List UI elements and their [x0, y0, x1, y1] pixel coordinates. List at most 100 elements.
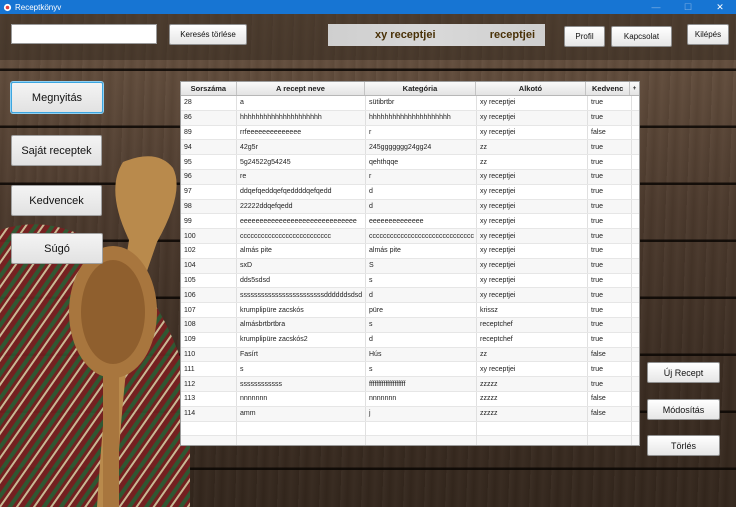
empty-cell	[181, 436, 237, 445]
table-row[interactable]: 102 almás pite almás pite xy receptjei true	[181, 243, 639, 259]
help-button[interactable]: Súgó	[11, 233, 103, 264]
cell-favorite: false	[588, 391, 632, 406]
recipe-table[interactable]: Sorszáma A recept neve Kategória Alkotó …	[180, 81, 640, 446]
cell-name: amm	[237, 406, 366, 421]
cell-category: r	[366, 125, 477, 140]
cell-category: eeeeeeeeeeeeee	[366, 214, 477, 229]
close-icon[interactable]: ✕	[704, 0, 736, 14]
table-row[interactable]: 99 eeeeeeeeeeeeeeeeeeeeeeeeeeeeee eeeeeeee…	[181, 214, 639, 230]
column-menu-icon[interactable]: +	[630, 82, 639, 95]
delete-button[interactable]: Törlés	[647, 435, 720, 456]
cell-favorite: true	[588, 273, 632, 288]
table-row[interactable]: 112 ssssssssssss ffffffffffffffffffff zzzzz…	[181, 377, 639, 392]
column-header-favorite[interactable]: Kedvenc	[586, 82, 631, 95]
cell-id: 108	[181, 317, 237, 332]
column-header-name[interactable]: A recept neve	[237, 82, 366, 95]
cell-name: rrfeeeeeeeeeeeeee	[237, 125, 366, 140]
cell-author: xy receptjei	[477, 110, 588, 125]
table-row[interactable]: 94 42g5r 245ggggggg24gg24 zz true	[181, 140, 639, 156]
cell-favorite: true	[588, 229, 632, 243]
cell-id: 111	[181, 362, 237, 377]
cell-id: 97	[181, 184, 237, 199]
cell-author: xy receptjei	[477, 273, 588, 288]
own-recipes-button[interactable]: Saját receptek	[11, 135, 102, 166]
cell-category: 245ggggggg24gg24	[366, 140, 477, 155]
table-row[interactable]: 89 rrfeeeeeeeeeeeeee r xy receptjei false	[181, 125, 639, 141]
empty-cell	[588, 436, 632, 445]
cell-favorite: false	[588, 347, 632, 362]
contact-button[interactable]: Kapcsolat	[611, 26, 672, 47]
cell-id: 106	[181, 288, 237, 303]
cell-author: zz	[477, 140, 588, 155]
column-header-category[interactable]: Kategória	[365, 82, 476, 95]
cell-author: xy receptjei	[477, 229, 588, 243]
table-row[interactable]: 86 hhhhhhhhhhhhhhhhhhhhh hhhhhhhhhhhhhhhhh…	[181, 110, 639, 126]
cell-name: krumplipüre zacskós	[237, 303, 366, 317]
cell-id: 114	[181, 406, 237, 421]
exit-button[interactable]: Kilépés	[687, 24, 729, 45]
table-row[interactable]: 98 22222ddqefqedd d xy receptjei true	[181, 199, 639, 215]
cell-category: cccccccccccccccccccccccccccccc	[366, 229, 477, 243]
cell-name: eeeeeeeeeeeeeeeeeeeeeeeeeeeeee	[237, 214, 366, 229]
new-recipe-button[interactable]: Új Recept	[647, 362, 720, 383]
cell-author: xy receptjei	[477, 243, 588, 258]
edit-button[interactable]: Módosítás	[647, 399, 720, 420]
cell-name: cccccccccccccccccccccccccc	[237, 229, 366, 243]
empty-cell	[477, 421, 588, 437]
table-row[interactable]: 107 krumplipüre zacskós püre krissz true	[181, 303, 639, 318]
cell-name: s	[237, 362, 366, 377]
table-row[interactable]: 108 almásbrtbrtbra s receptchef true	[181, 317, 639, 333]
clear-search-button[interactable]: Keresés törlése	[169, 24, 247, 45]
cell-author: zz	[477, 155, 588, 169]
search-input[interactable]	[11, 24, 157, 44]
cell-author: xy receptjei	[477, 96, 588, 110]
cell-author: xy receptjei	[477, 362, 588, 377]
cell-favorite: false	[588, 406, 632, 421]
cell-name: krumplipüre zacskós2	[237, 332, 366, 347]
open-button[interactable]: Megnyitás	[11, 82, 103, 113]
cell-id: 86	[181, 110, 237, 125]
empty-cell	[237, 421, 366, 437]
cell-category: sütibrtbr	[366, 96, 477, 110]
cell-category: s	[366, 362, 477, 377]
cell-name: a	[237, 96, 366, 110]
empty-row	[181, 421, 639, 437]
table-row[interactable]: 96 re r xy receptjei true	[181, 169, 639, 185]
minimize-icon[interactable]: —	[640, 0, 672, 14]
cell-category: r	[366, 169, 477, 184]
table-row[interactable]: 109 krumplipüre zacskós2 d receptchef true	[181, 332, 639, 348]
cell-author: xy receptjei	[477, 288, 588, 303]
empty-cell	[237, 436, 366, 445]
table-body: 28 a sütibrtbr xy receptjei true 86 hhhhhhhhhh…	[181, 96, 639, 445]
table-row[interactable]: 106 ssssssssssssssssssssssssddddddsdsd d xy…	[181, 288, 639, 304]
table-header: Sorszáma A recept neve Kategória Alkotó …	[181, 82, 639, 96]
cell-id: 107	[181, 303, 237, 317]
cell-favorite: true	[588, 110, 632, 125]
column-header-author[interactable]: Alkotó	[476, 82, 587, 95]
table-row[interactable]: 28 a sütibrtbr xy receptjei true	[181, 96, 639, 111]
table-row[interactable]: 100 cccccccccccccccccccccccccc ccccccccccc…	[181, 229, 639, 244]
cell-id: 104	[181, 258, 237, 273]
cell-author: xy receptjei	[477, 184, 588, 199]
table-row[interactable]: 111 s s xy receptjei true	[181, 362, 639, 378]
cell-author: zz	[477, 347, 588, 362]
cell-name: dds5sdsd	[237, 273, 366, 288]
empty-cell	[366, 421, 477, 437]
cell-category: almás pite	[366, 243, 477, 258]
cell-name: sxD	[237, 258, 366, 273]
table-row[interactable]: 95 5g24522g54245 qehthqqe zz true	[181, 155, 639, 170]
table-row[interactable]: 114 amm j zzzzz false	[181, 406, 639, 422]
table-row[interactable]: 110 Fasírt Hús zz false	[181, 347, 639, 363]
favorites-button[interactable]: Kedvencek	[11, 185, 102, 216]
table-row[interactable]: 97 ddqefqeddqefqeddddqefqedd d xy receptjei…	[181, 184, 639, 200]
maximize-icon[interactable]: ☐	[672, 0, 704, 14]
cell-name: nnnnnnn	[237, 391, 366, 406]
table-row[interactable]: 105 dds5sdsd s xy receptjei true	[181, 273, 639, 289]
cell-id: 113	[181, 391, 237, 406]
column-header-id[interactable]: Sorszáma	[181, 82, 237, 95]
table-row[interactable]: 113 nnnnnnn nnnnnnn zzzzz false	[181, 391, 639, 407]
cell-id: 99	[181, 214, 237, 229]
cell-favorite: true	[588, 258, 632, 273]
table-row[interactable]: 104 sxD Sxy receptjei true	[181, 258, 639, 274]
profile-button[interactable]: Profil	[564, 26, 605, 47]
